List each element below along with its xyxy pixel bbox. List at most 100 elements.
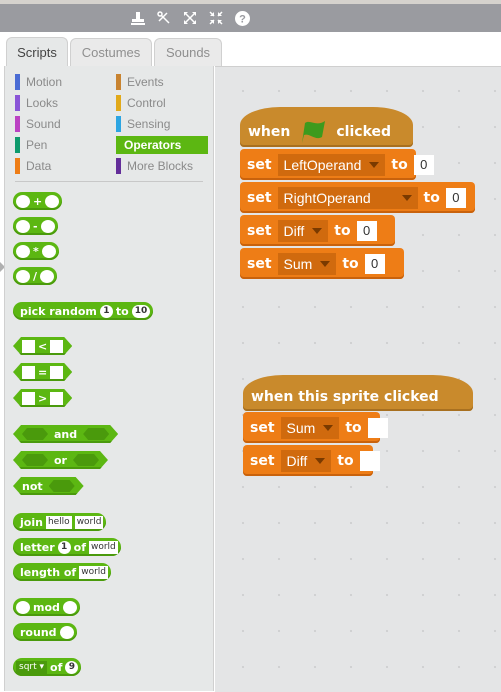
or-block[interactable]: or [13, 451, 108, 469]
block-label: to [115, 304, 129, 318]
operand-slot[interactable] [41, 244, 56, 258]
divide-block[interactable]: / [13, 267, 58, 285]
text-input[interactable]: hello [45, 515, 72, 529]
variable-dropdown[interactable]: RightOperand [277, 186, 418, 209]
join-block[interactable]: join hello world [13, 513, 107, 531]
set-variable-block[interactable]: set LeftOperand to 0 [240, 149, 434, 180]
value-input[interactable]: 0 [356, 220, 377, 241]
tab-scripts[interactable]: Scripts [6, 37, 68, 67]
function-dropdown[interactable]: sqrt ▾ [16, 660, 48, 674]
round-block[interactable]: round [13, 623, 77, 641]
variable-dropdown[interactable]: Sum [280, 416, 340, 439]
operand-slot[interactable] [22, 366, 35, 379]
help-icon[interactable]: ? [234, 10, 250, 26]
category-sensing[interactable]: Sensing [116, 115, 208, 133]
from-input[interactable]: 1 [99, 304, 113, 318]
operand-slot[interactable] [16, 244, 30, 258]
scripts-area[interactable]: when clicked set LeftOperand to 0 set RightO… [215, 66, 501, 692]
text-input[interactable]: world [79, 565, 108, 579]
category-sound[interactable]: Sound [15, 115, 110, 133]
value-input[interactable] [367, 417, 388, 438]
equals-block[interactable]: = [13, 363, 72, 381]
block-label: when this sprite clicked [251, 389, 439, 405]
stamp-icon[interactable] [130, 10, 146, 26]
category-label: Operators [124, 138, 182, 152]
category-more-blocks[interactable]: More Blocks [116, 157, 208, 175]
value-input[interactable]: 0 [364, 253, 385, 274]
grow-icon[interactable] [182, 10, 198, 26]
shrink-icon[interactable] [208, 10, 224, 26]
pick-random-block[interactable]: pick random 1 to 10 [13, 302, 154, 320]
letter-of-block[interactable]: letter 1 of world [13, 538, 121, 556]
text-input[interactable]: world [74, 515, 104, 529]
dropdown-arrow-icon [323, 424, 334, 431]
operand-slot[interactable] [59, 625, 74, 639]
category-label: Data [26, 159, 52, 173]
operator-label: > [38, 391, 48, 405]
variable-dropdown[interactable]: Diff [280, 449, 332, 472]
operand-slot[interactable] [16, 194, 30, 208]
category-data[interactable]: Data [15, 157, 110, 175]
operand-slot[interactable] [40, 219, 55, 233]
mod-block[interactable]: mod [13, 598, 80, 616]
operand-slot[interactable] [62, 600, 77, 614]
set-variable-block[interactable]: set Diff to [243, 445, 380, 476]
block-label: set [250, 419, 275, 436]
boolean-slot[interactable] [22, 454, 48, 466]
length-of-block[interactable]: length of world [13, 563, 111, 581]
and-block[interactable]: and [13, 425, 118, 443]
operand-slot[interactable] [50, 392, 63, 405]
multiply-block[interactable]: * [13, 242, 59, 260]
operand-slot[interactable] [16, 269, 30, 283]
block-label: to [334, 222, 351, 239]
category-label: Events [127, 75, 164, 89]
block-palette: Motion Looks Sound Pen Data Events Contr… [4, 66, 214, 691]
math-function-block[interactable]: sqrt ▾ of 9 [13, 658, 82, 676]
set-variable-block[interactable]: set Sum to [243, 412, 388, 443]
operand-slot[interactable] [50, 340, 63, 353]
tab-sounds[interactable]: Sounds [154, 38, 222, 66]
operand-slot[interactable] [22, 392, 35, 405]
add-block[interactable]: + [13, 192, 63, 210]
operand-slot[interactable] [22, 340, 35, 353]
to-input[interactable]: 10 [131, 304, 151, 318]
category-operators[interactable]: Operators [116, 136, 208, 154]
boolean-slot[interactable] [22, 428, 48, 440]
operand-slot[interactable] [16, 219, 30, 233]
number-input[interactable]: 9 [65, 660, 79, 674]
block-label: to [423, 189, 440, 206]
operand-slot[interactable] [50, 366, 63, 379]
boolean-slot[interactable] [49, 480, 75, 492]
category-control[interactable]: Control [116, 94, 208, 112]
block-label: pick random [20, 304, 97, 318]
category-events[interactable]: Events [116, 73, 208, 91]
boolean-slot[interactable] [73, 454, 99, 466]
not-block[interactable]: not [13, 477, 84, 495]
value-input[interactable]: 0 [413, 154, 434, 175]
less-than-block[interactable]: < [13, 337, 72, 355]
category-looks[interactable]: Looks [15, 94, 110, 112]
block-label: to [345, 419, 362, 436]
scissors-icon[interactable] [156, 10, 172, 26]
index-input[interactable]: 1 [57, 540, 71, 554]
when-flag-clicked-hat[interactable]: when clicked [240, 107, 413, 147]
tab-costumes[interactable]: Costumes [70, 38, 152, 66]
operand-slot[interactable] [45, 194, 60, 208]
set-variable-block[interactable]: set RightOperand to 0 [240, 182, 475, 213]
boolean-slot[interactable] [83, 428, 109, 440]
operand-slot[interactable] [16, 600, 30, 614]
variable-dropdown[interactable]: Diff [277, 219, 329, 242]
value-input[interactable]: 0 [445, 187, 466, 208]
category-pen[interactable]: Pen [15, 136, 110, 154]
category-motion[interactable]: Motion [15, 73, 110, 91]
variable-dropdown[interactable]: Sum [277, 252, 337, 275]
subtract-block[interactable]: - [13, 217, 58, 235]
value-input[interactable] [359, 450, 380, 471]
variable-dropdown[interactable]: LeftOperand [277, 153, 386, 176]
text-input[interactable]: world [88, 540, 118, 554]
set-variable-block[interactable]: set Sum to 0 [240, 248, 404, 279]
set-variable-block[interactable]: set Diff to 0 [240, 215, 395, 246]
greater-than-block[interactable]: > [13, 389, 72, 407]
operand-slot[interactable] [40, 269, 55, 283]
when-sprite-clicked-hat[interactable]: when this sprite clicked [243, 375, 473, 411]
